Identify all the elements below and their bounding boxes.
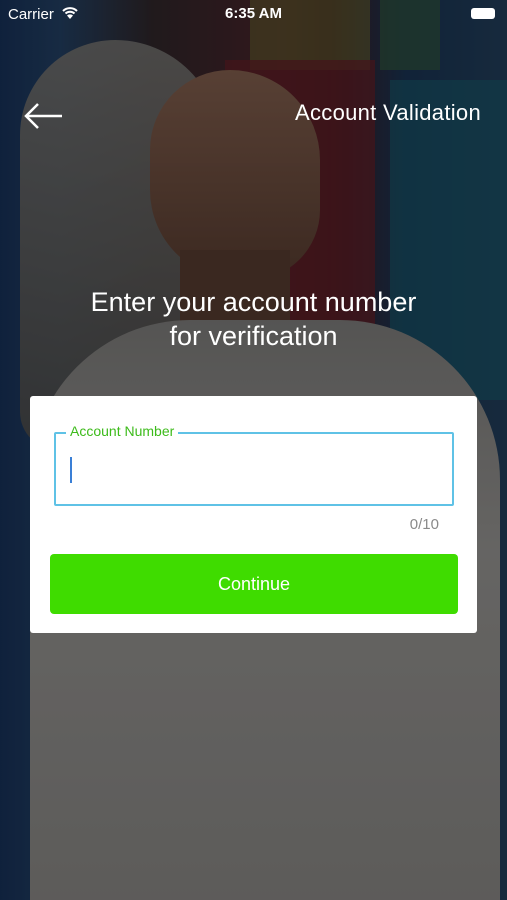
continue-button[interactable]: Continue (50, 554, 458, 614)
back-arrow-icon[interactable] (22, 100, 66, 132)
account-number-field[interactable]: Account Number (54, 423, 454, 506)
battery-icon (471, 8, 495, 19)
account-number-input[interactable] (56, 434, 452, 504)
character-counter: 0/10 (409, 516, 439, 533)
clock: 6:35 AM (225, 5, 282, 22)
page-title: Account Validation (295, 100, 481, 125)
verification-card: Account Number 0/10 Continue (30, 396, 477, 633)
instruction-heading: Enter your account number for verificati… (90, 287, 417, 351)
status-bar: Carrier 6:35 AM (0, 0, 507, 28)
